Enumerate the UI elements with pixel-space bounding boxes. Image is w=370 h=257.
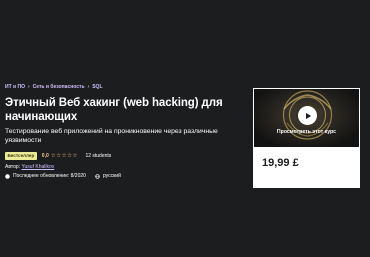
star-empty-icon: ☆ — [67, 153, 72, 159]
course-title: Этичный Веб хакинг (web hacking) для нач… — [5, 97, 223, 123]
last-updated: Последнее обновление: 8/2020 — [5, 173, 86, 179]
rating-stars[interactable]: ☆ ☆ ☆ ☆ ☆ — [51, 153, 78, 159]
bestseller-badge: Бестселлер — [5, 152, 37, 160]
course-price: 19,99 £ — [262, 157, 299, 169]
price-box: 19,99 £ — [253, 148, 360, 188]
author-link[interactable]: Yusuf Khalikov — [21, 164, 54, 170]
student-count: 12 students — [85, 153, 112, 159]
course-meta: Последнее обновление: 8/2020 русский — [5, 172, 245, 180]
breadcrumb: ИТ и ПО › Сеть и безопасность › SQL — [5, 83, 245, 91]
language-text: русский — [102, 173, 121, 179]
course-preview[interactable]: Просмотреть этот курс — [253, 88, 360, 148]
globe-icon — [95, 173, 100, 179]
chevron-right-icon: › — [27, 84, 30, 90]
play-icon — [305, 112, 311, 119]
breadcrumb-item-it[interactable]: ИТ и ПО — [5, 83, 25, 91]
purchase-card: Просмотреть этот курс 19,99 £ — [253, 88, 360, 188]
last-updated-text: Последнее обновление: 8/2020 — [13, 173, 86, 179]
alert-badge-icon — [5, 173, 10, 179]
star-empty-icon: ☆ — [50, 153, 56, 159]
breadcrumb-item-network-security[interactable]: Сеть и безопасность — [33, 83, 85, 91]
star-empty-icon: ☆ — [56, 153, 62, 159]
course-stats: Бестселлер 0,0 ☆ ☆ ☆ ☆ ☆ 12 students — [5, 152, 245, 160]
play-button[interactable] — [298, 106, 317, 125]
author-line: Автор: Yusuf Khalikov — [5, 163, 245, 171]
course-language: русский — [95, 173, 121, 179]
star-empty-icon: ☆ — [61, 153, 67, 159]
preview-label: Просмотреть этот курс — [276, 129, 337, 135]
chevron-right-icon: › — [87, 84, 90, 90]
course-subtitle: Тестирование веб приложений на проникнов… — [5, 128, 218, 144]
rating-value: 0,0 — [41, 153, 49, 159]
course-header: ИТ и ПО › Сеть и безопасность › SQL Этич… — [5, 83, 245, 180]
author-prefix: Автор: — [5, 164, 21, 170]
breadcrumb-item-sql[interactable]: SQL — [92, 83, 102, 91]
star-empty-icon: ☆ — [72, 153, 78, 159]
